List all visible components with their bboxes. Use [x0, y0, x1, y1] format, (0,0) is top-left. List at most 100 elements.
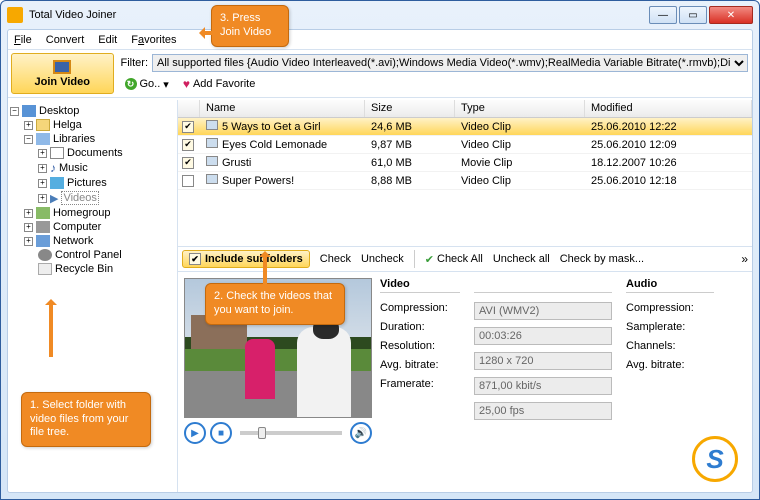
network-icon: [36, 235, 50, 247]
label-resolution: Resolution:: [380, 340, 460, 352]
file-list[interactable]: ✔5 Ways to Get a Girl24,6 MBVideo Clip25…: [178, 118, 752, 246]
check-all-button[interactable]: ✔Check All: [425, 253, 483, 266]
tree-recyclebin[interactable]: Recycle Bin: [55, 263, 113, 275]
callout-1-arrow: [49, 301, 53, 357]
value-avgbitrate: [474, 377, 612, 395]
uncheck-button[interactable]: Uncheck: [361, 253, 404, 265]
tree-pictures[interactable]: Pictures: [67, 177, 107, 189]
video-file-icon: [206, 174, 218, 184]
label-a-avgbitrate: Avg. bitrate:: [626, 359, 714, 371]
value-duration: [474, 327, 612, 345]
callout-3: 3. Press Join Video: [211, 5, 289, 47]
col-modified[interactable]: Modified: [585, 100, 752, 117]
join-video-button[interactable]: Join Video: [11, 53, 114, 94]
label-duration: Duration:: [380, 321, 460, 333]
row-checkbox[interactable]: ✔: [182, 139, 194, 151]
tree-desktop[interactable]: Desktop: [39, 105, 79, 117]
value-framerate: [474, 402, 612, 420]
row-checkbox[interactable]: ✔: [182, 157, 194, 169]
col-type[interactable]: Type: [455, 100, 585, 117]
minimize-button[interactable]: —: [649, 6, 677, 24]
app-icon: [7, 7, 23, 23]
libraries-icon: [36, 133, 50, 145]
window-title: Total Video Joiner: [29, 9, 649, 21]
value-compression: [474, 302, 612, 320]
go-button[interactable]: ↻Go..▾: [121, 76, 173, 93]
homegroup-icon: [36, 207, 50, 219]
tree-network[interactable]: Network: [53, 235, 93, 247]
callout-1: 1. Select folder with video files from y…: [21, 392, 151, 447]
label-a-compression: Compression:: [626, 302, 714, 314]
recyclebin-icon: [38, 263, 52, 275]
tree-controlpanel[interactable]: Control Panel: [55, 249, 122, 261]
include-subfolders-toggle[interactable]: ✔Include subfolders: [182, 250, 310, 268]
folder-icon: [36, 119, 50, 131]
close-button[interactable]: ✕: [709, 6, 753, 24]
brand-logo: S: [692, 436, 738, 482]
tree-documents[interactable]: Documents: [67, 147, 123, 159]
table-row[interactable]: Super Powers!8,88 MBVideo Clip25.06.2010…: [178, 172, 752, 190]
tree-videos[interactable]: Videos: [61, 191, 98, 205]
table-row[interactable]: ✔5 Ways to Get a Girl24,6 MBVideo Clip25…: [178, 118, 752, 136]
heart-icon: ♥: [183, 77, 190, 91]
video-file-icon: [206, 120, 218, 130]
label-framerate: Framerate:: [380, 378, 460, 390]
join-video-label: Join Video: [35, 76, 90, 88]
callout-2-arrow: [263, 253, 267, 285]
expander-icon[interactable]: −: [10, 107, 19, 116]
controlpanel-icon: [38, 249, 52, 261]
check-icon: ✔: [189, 253, 201, 265]
callout-2: 2. Check the videos that you want to joi…: [205, 283, 345, 325]
checkall-icon: ✔: [425, 253, 434, 266]
toolbar: Join Video Filter: All supported files {…: [8, 50, 752, 98]
uncheck-all-button[interactable]: Uncheck all: [493, 253, 550, 265]
table-row[interactable]: ✔Grusti61,0 MBMovie Clip18.12.2007 10:26: [178, 154, 752, 172]
col-size[interactable]: Size: [365, 100, 455, 117]
desktop-icon: [22, 105, 36, 117]
label-compression: Compression:: [380, 302, 460, 314]
join-video-icon: [53, 60, 71, 74]
row-checkbox[interactable]: [182, 175, 194, 187]
menu-file[interactable]: FFileile: [14, 34, 32, 46]
callout-3-arrow: [201, 31, 213, 35]
list-header[interactable]: Name Size Type Modified: [178, 100, 752, 118]
play-button[interactable]: ▶: [184, 422, 206, 444]
col-name[interactable]: Name: [200, 100, 365, 117]
stop-button[interactable]: ■: [210, 422, 232, 444]
mute-button[interactable]: 🔊: [350, 422, 372, 444]
tree-homegroup[interactable]: Homegroup: [53, 207, 110, 219]
filter-label: Filter:: [121, 57, 149, 69]
row-checkbox[interactable]: ✔: [182, 121, 194, 133]
pictures-icon: [50, 177, 64, 189]
computer-icon: [36, 221, 50, 233]
video-file-icon: [206, 138, 218, 148]
menu-favorites[interactable]: Favorites: [131, 34, 176, 46]
overflow-icon[interactable]: »: [741, 252, 748, 266]
value-resolution: [474, 352, 612, 370]
label-samplerate: Samplerate:: [626, 321, 714, 333]
documents-icon: [50, 147, 64, 159]
tree-computer[interactable]: Computer: [53, 221, 101, 233]
check-button[interactable]: Check: [320, 253, 351, 265]
tree-music[interactable]: Music: [59, 162, 88, 174]
tree-helga[interactable]: Helga: [53, 119, 82, 131]
menu-edit[interactable]: Edit: [98, 34, 117, 46]
videos-icon: ▶: [50, 192, 58, 205]
maximize-button[interactable]: ▭: [679, 6, 707, 24]
audio-heading: Audio: [626, 278, 714, 293]
menu-convert[interactable]: Convert: [46, 34, 85, 46]
volume-slider[interactable]: [240, 431, 342, 435]
go-icon: ↻: [125, 78, 137, 90]
check-by-mask-button[interactable]: Check by mask...: [560, 253, 644, 265]
add-favorite-button[interactable]: ♥Add Favorite: [179, 75, 260, 93]
label-avgbitrate: Avg. bitrate:: [380, 359, 460, 371]
video-heading: Video: [380, 278, 460, 293]
tree-libraries[interactable]: Libraries: [53, 133, 95, 145]
titlebar[interactable]: Total Video Joiner — ▭ ✕: [1, 1, 759, 29]
music-icon: ♪: [50, 161, 56, 175]
filter-select[interactable]: All supported files {Audio Video Interle…: [152, 54, 748, 72]
video-file-icon: [206, 156, 218, 166]
menubar: FFileile Convert Edit Favorites: [8, 30, 752, 50]
label-channels: Channels:: [626, 340, 714, 352]
table-row[interactable]: ✔Eyes Cold Lemonade9,87 MBVideo Clip25.0…: [178, 136, 752, 154]
